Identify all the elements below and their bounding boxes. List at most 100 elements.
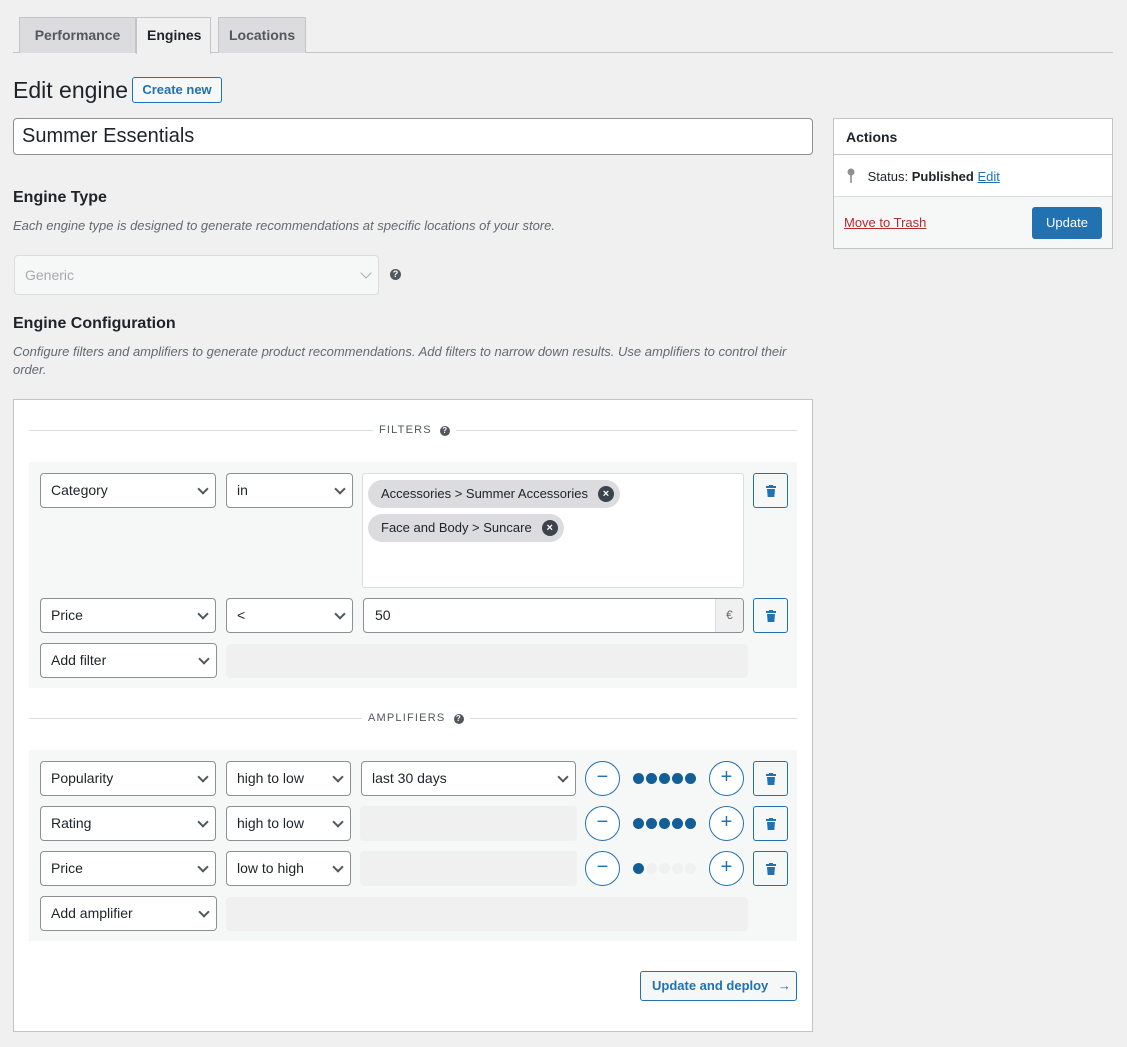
weight-dot [659,863,670,874]
status-line: Status: Published Edit [846,168,1000,185]
remove-tag-icon[interactable]: × [597,486,614,502]
tab-performance[interactable]: Performance [19,17,136,53]
chevron-down-icon [197,860,209,873]
increase-weight-button[interactable]: + [709,806,744,841]
weight-dot [672,863,683,874]
amplifier-period-select[interactable]: last 30 days [361,761,576,796]
weight-dot [685,773,696,784]
status-label: Status: [867,169,909,184]
arrow-right-icon: → [777,978,791,993]
create-new-button[interactable]: Create new [132,77,222,103]
increase-weight-button[interactable]: + [709,851,744,886]
chevron-down-icon [197,770,209,783]
help-icon[interactable]: ? [390,269,401,280]
weight-dot [633,773,644,784]
amplifiers-label: AMPLIFIERS ? [362,711,470,725]
delete-amplifier-button[interactable] [753,851,788,886]
chevron-down-icon [198,652,210,665]
trash-icon [766,610,776,622]
chevron-down-icon [197,482,209,495]
increase-weight-button[interactable]: + [709,761,744,796]
empty-filter-field [226,644,748,678]
pin-icon [847,168,855,183]
chevron-down-icon [197,607,209,620]
engine-name-input[interactable]: Summer Essentials [13,118,813,155]
decrease-weight-button[interactable]: − [585,761,620,796]
weight-dot [633,818,644,829]
category-tags-input[interactable]: Accessories > Summer Accessories × Face a… [362,473,744,588]
decrease-weight-button[interactable]: − [585,806,620,841]
weight-dot [659,773,670,784]
empty-amplifier-field [226,897,748,931]
engine-type-value: Generic [25,267,75,283]
tab-bar: Performance Engines Locations [13,16,1113,54]
filter-operator-select[interactable]: < [226,598,353,633]
chevron-down-icon [197,815,209,828]
amplifier-field-select[interactable]: Price [40,851,216,886]
chevron-down-icon [557,770,569,783]
remove-tag-icon[interactable]: × [541,520,558,536]
weight-dot [646,863,657,874]
amplifier-order-select[interactable]: low to high [226,851,351,886]
weight-dot [685,863,696,874]
category-tag: Accessories > Summer Accessories × [368,480,620,508]
trash-icon [766,773,776,785]
weight-indicator [633,773,697,785]
engine-type-select: Generic [14,255,379,295]
weight-dot [672,818,683,829]
chevron-down-icon [198,905,210,918]
delete-filter-button[interactable] [753,598,788,633]
amplifier-field-select[interactable]: Rating [40,806,216,841]
category-tag: Face and Body > Suncare × [368,514,564,542]
chevron-down-icon [334,607,346,620]
trash-icon [766,818,776,830]
weight-dot [685,818,696,829]
weight-dot [672,773,683,784]
amplifier-order-select[interactable]: high to low [226,806,351,841]
filter-operator-select[interactable]: in [226,473,353,508]
tab-locations[interactable]: Locations [218,17,306,53]
move-to-trash-link[interactable]: Move to Trash [844,215,926,230]
weight-dot [646,818,657,829]
weight-dot [659,818,670,829]
delete-amplifier-button[interactable] [753,761,788,796]
actions-panel: Actions Status: Published Edit Move to T… [833,118,1113,249]
engine-type-heading: Engine Type [13,189,107,206]
tab-engines[interactable]: Engines [136,17,211,54]
engine-config-description: Configure filters and amplifiers to gene… [13,344,787,377]
help-icon[interactable]: ? [440,426,451,436]
chevron-down-icon [332,815,344,828]
filter-field-select[interactable]: Price [40,598,216,633]
filters-label: FILTERS ? [373,423,457,437]
filter-field-select[interactable]: Category [40,473,216,508]
chevron-down-icon [360,267,372,279]
status-value: Published [911,169,974,184]
actions-heading: Actions [834,119,1112,155]
price-value-input[interactable]: 50 € [363,598,744,633]
help-icon[interactable]: ? [453,714,464,724]
update-and-deploy-button[interactable]: Update and deploy → [640,971,797,1001]
empty-period-field [360,806,577,841]
empty-period-field [360,851,577,886]
chevron-down-icon [332,860,344,873]
delete-amplifier-button[interactable] [753,806,788,841]
actions-footer: Move to Trash Update [834,196,1112,248]
trash-icon [766,485,776,497]
amplifier-order-select[interactable]: high to low [226,761,351,796]
delete-filter-button[interactable] [753,473,788,508]
decrease-weight-button[interactable]: − [585,851,620,886]
chevron-down-icon [334,482,346,495]
add-amplifier-select[interactable]: Add amplifier [40,896,217,931]
add-filter-select[interactable]: Add filter [40,643,217,678]
amplifier-field-select[interactable]: Popularity [40,761,216,796]
engine-config-heading: Engine Configuration [13,315,176,332]
chevron-down-icon [332,770,344,783]
weight-dot [646,773,657,784]
weight-indicator [633,818,697,830]
page-title: Edit engine [13,77,129,103]
weight-indicator [633,863,697,875]
edit-status-link[interactable]: Edit [977,169,999,184]
trash-icon [766,863,776,875]
update-button[interactable]: Update [1032,207,1102,239]
weight-dot [633,863,644,874]
